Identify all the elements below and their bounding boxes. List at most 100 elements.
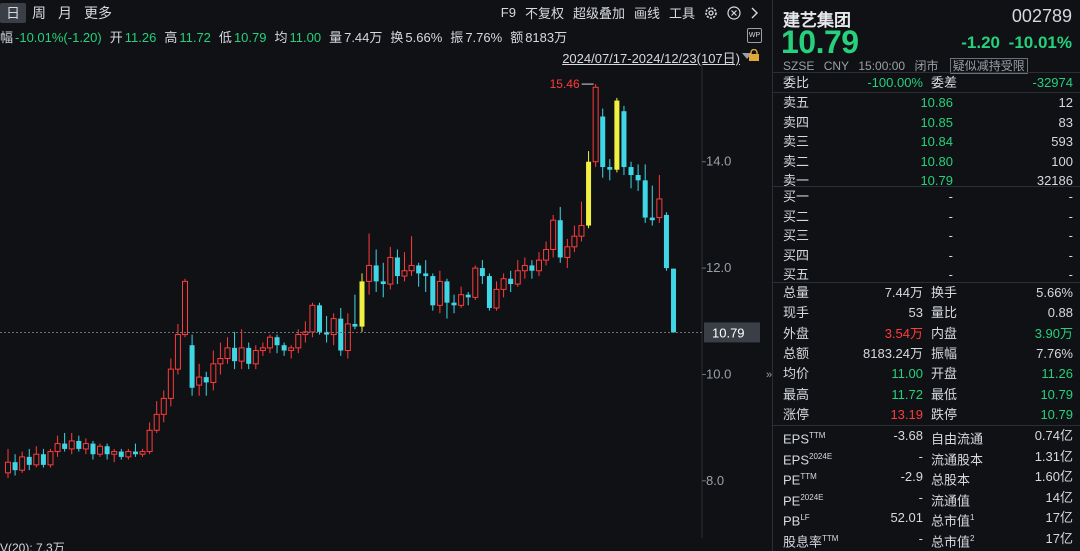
fundamental-label-text: PE <box>783 472 801 488</box>
quote-summary-bar: 幅 -10.01%(-1.20) 开 11.26 高 11.72 低 10.79 均 11.00 量… <box>0 26 575 46</box>
candle-body <box>514 270 521 285</box>
stat-row: 外盘 3.54万 内盘 3.90万 <box>783 324 1073 343</box>
candle-body <box>508 278 514 285</box>
stat-value: 53 <box>908 305 923 321</box>
quote-item-label: 振 <box>450 29 464 45</box>
ask-row[interactable]: 卖三 10.84 593 <box>783 132 1073 151</box>
bid-label: 买三 <box>783 228 810 243</box>
candle-body <box>259 347 266 352</box>
wp-icon[interactable]: WP <box>747 28 762 43</box>
overlay-button[interactable]: 超级叠加 <box>573 3 625 22</box>
fundamental-label-text: 流通值 <box>931 492 971 508</box>
tab-more[interactable]: 更多 <box>78 3 118 23</box>
candle-body <box>281 345 287 351</box>
tools-button[interactable]: 工具 <box>669 3 695 22</box>
candle-body <box>266 336 273 349</box>
no-adjust-button[interactable]: 不复权 <box>525 3 564 22</box>
fundamental-label-text: 流通股本 <box>931 451 984 467</box>
candle-body <box>430 276 436 306</box>
tab-week[interactable]: 周 <box>26 3 52 23</box>
candle-body <box>125 451 132 458</box>
candle-body <box>217 358 224 365</box>
candle-body <box>536 259 542 272</box>
weicha-value: -32974 <box>1032 75 1073 90</box>
candle-body <box>387 256 394 285</box>
tab-month[interactable]: 月 <box>52 3 78 23</box>
fundamental-label: EPSTTM <box>783 426 825 448</box>
candle-body <box>401 270 408 277</box>
stat-value: 3.90万 <box>1034 325 1073 341</box>
quote-item-label: 换 <box>390 29 404 45</box>
bid-row[interactable]: 买四 - - <box>783 246 1073 265</box>
candlestick-chart[interactable]: 14.0 12.0 10.0 8.0 15.46 10.79 <box>0 64 766 538</box>
bid-row[interactable]: 买三 - - <box>783 226 1073 245</box>
candle-body <box>19 456 26 471</box>
gear-icon[interactable] <box>704 6 718 20</box>
stat-value: 0.88 <box>1047 305 1073 321</box>
quote-item: 低 10.79 <box>219 27 267 46</box>
candle-body <box>97 445 104 455</box>
fundamental-label: PETTM <box>783 467 817 489</box>
lock-icon[interactable] <box>748 48 760 65</box>
candle-body <box>167 368 174 399</box>
ask-price: 10.84 <box>920 134 953 149</box>
fundamental-value: - <box>918 530 923 546</box>
candle-body <box>26 456 32 465</box>
quote-item-value: 7.44万 <box>344 29 383 45</box>
fundamental-label-sup: TTM <box>822 533 839 543</box>
stat-row: 现手 53 量比 0.88 <box>783 303 1073 322</box>
tab-day[interactable]: 日 <box>0 3 26 23</box>
fundamental-value: 1.31亿 <box>1034 448 1073 464</box>
fundamental-value: 0.74亿 <box>1034 428 1073 443</box>
stat-label: 量比 <box>931 305 958 321</box>
candle-body <box>47 451 54 466</box>
stat-label: 总量 <box>783 285 810 300</box>
stat-row: 总量 7.44万 换手 5.66% <box>783 283 1073 302</box>
stat-label: 开盘 <box>931 366 958 382</box>
stat-label: 换手 <box>931 285 958 300</box>
candle-body <box>12 462 18 471</box>
candle-body <box>479 268 485 277</box>
fundamental-label-sup: 2024E <box>800 492 824 502</box>
fundamental-value: -3.68 <box>893 428 923 443</box>
bid-row[interactable]: 买二 - - <box>783 207 1073 226</box>
ask-volume: 83 <box>1058 114 1073 130</box>
f9-button[interactable]: F9 <box>501 5 516 20</box>
candle-body <box>373 265 379 282</box>
candle-body <box>153 413 160 431</box>
stat-value: 8183.24万 <box>863 345 923 361</box>
candle-body <box>104 446 110 455</box>
ask-row[interactable]: 卖二 10.80 100 <box>783 152 1073 171</box>
kline-chart-panel: 日 周 月 更多 F9 不复权 超级叠加 画线 工具 幅 -10.01%(-1.2… <box>0 0 766 551</box>
ask-volume: 593 <box>1051 134 1073 149</box>
close-circle-icon[interactable] <box>727 5 741 20</box>
stat-value: 10.79 <box>1040 386 1073 402</box>
ask-price: 10.85 <box>920 114 953 130</box>
candle-body <box>451 302 457 306</box>
stat-value: 3.54万 <box>884 325 923 341</box>
quote-item-label: 低 <box>218 29 232 45</box>
draw-line-button[interactable]: 画线 <box>634 3 660 22</box>
candle-body <box>118 451 124 457</box>
candle-body <box>90 443 96 455</box>
fundamental-label-text: 总市值 <box>931 513 971 529</box>
candle-body <box>656 198 663 219</box>
candle-body <box>309 304 316 333</box>
candle-body <box>366 264 373 282</box>
ask-row[interactable]: 卖五 10.86 12 <box>783 93 1073 112</box>
fundamental-value: 17亿 <box>1045 510 1073 525</box>
weibi-row: 委比 -100.00% 委差 -32974 <box>783 73 1073 92</box>
bid-price: - <box>948 208 953 224</box>
bid-row[interactable]: 买一 - - <box>783 187 1073 206</box>
toolbar-tools: F9 不复权 超级叠加 画线 工具 <box>501 3 760 22</box>
ask-row[interactable]: 卖四 10.85 83 <box>783 113 1073 132</box>
quote-item-value: 7.76% <box>465 29 503 45</box>
bid-price: - <box>948 247 953 263</box>
bid-label: 买一 <box>783 189 810 204</box>
candle-body <box>317 305 323 332</box>
weibi-value: -100.00% <box>867 75 923 90</box>
chevron-right-icon[interactable] <box>750 6 760 20</box>
candle-body <box>663 214 669 269</box>
quote-item-value: -10.01%(-1.20) <box>15 29 102 45</box>
candle-body <box>586 161 592 226</box>
